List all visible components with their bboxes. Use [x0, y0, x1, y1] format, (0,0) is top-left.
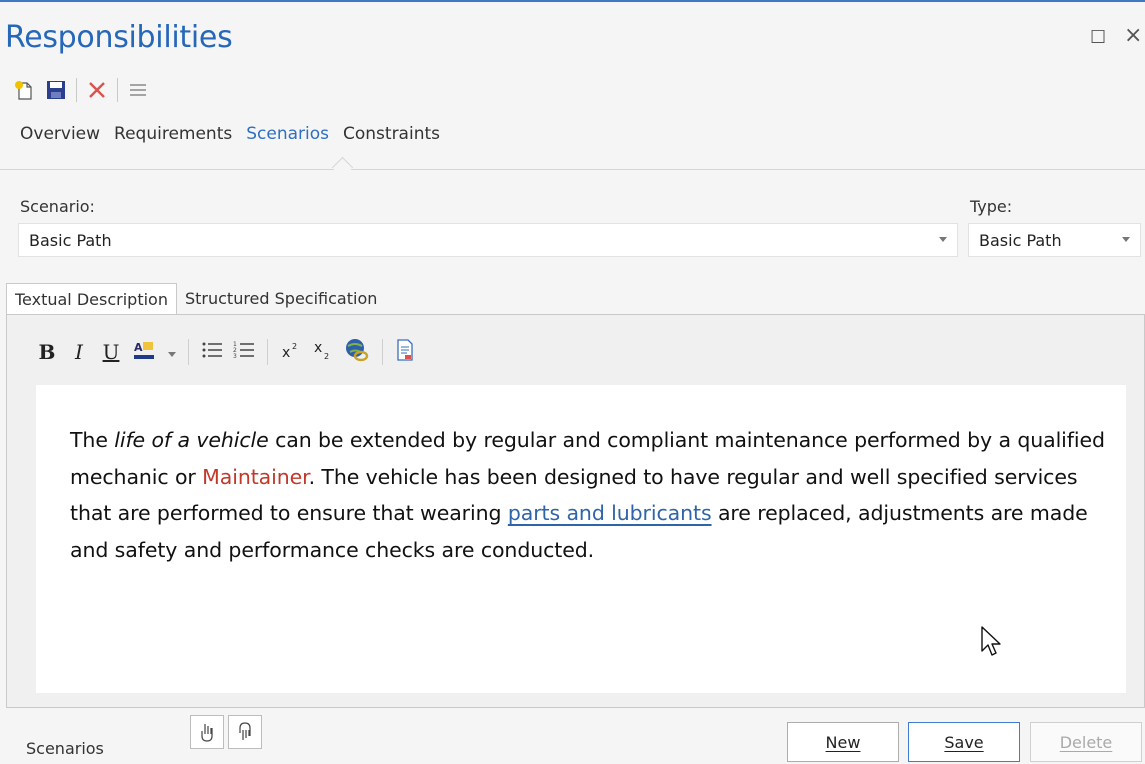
- nav-tabs: Overview Requirements Scenarios Constrai…: [20, 124, 440, 144]
- toolbar-separator: [117, 78, 118, 102]
- new-icon[interactable]: [12, 78, 36, 102]
- italic-term: life of a vehicle: [114, 428, 269, 452]
- save-icon[interactable]: [44, 78, 68, 102]
- toolbar: [12, 76, 150, 104]
- close-icon[interactable]: ×: [1124, 25, 1142, 47]
- tab-overview[interactable]: Overview: [20, 124, 100, 144]
- scenario-value: Basic Path: [29, 230, 112, 250]
- svg-text:2: 2: [324, 352, 329, 360]
- active-tab-indicator: [331, 156, 354, 179]
- text-color-icon[interactable]: A: [132, 339, 158, 365]
- format-separator: [188, 339, 189, 365]
- hand-down-icon: [239, 722, 251, 740]
- tab-textual-description[interactable]: Textual Description: [6, 283, 177, 315]
- save-button[interactable]: Save: [908, 722, 1020, 762]
- hyperlink-icon[interactable]: [344, 338, 370, 366]
- menu-icon[interactable]: [126, 78, 150, 102]
- bold-button[interactable]: B: [36, 340, 58, 364]
- chevron-down-icon[interactable]: [939, 237, 947, 242]
- numbered-list-icon[interactable]: 1 2 3: [233, 340, 255, 364]
- type-combo[interactable]: Basic Path: [968, 223, 1141, 257]
- document-icon[interactable]: [395, 338, 415, 366]
- toolbar-separator: [76, 78, 77, 102]
- scenario-combo[interactable]: Basic Path: [18, 223, 958, 257]
- format-separator: [382, 339, 383, 365]
- svg-text:A: A: [134, 341, 143, 354]
- chevron-down-icon[interactable]: [168, 343, 176, 362]
- subscript-icon[interactable]: x 2: [312, 340, 334, 364]
- description-tabs: Textual Description Structured Specifica…: [6, 283, 385, 315]
- type-value: Basic Path: [979, 230, 1062, 250]
- mouse-cursor-icon: [980, 625, 1002, 663]
- svg-text:2: 2: [292, 342, 297, 351]
- underline-button[interactable]: U: [100, 340, 122, 364]
- hyperlink-term[interactable]: parts and lubricants: [508, 501, 712, 525]
- svg-text:x: x: [282, 345, 290, 360]
- new-button[interactable]: New: [787, 722, 899, 762]
- tab-scenarios[interactable]: Scenarios: [246, 124, 329, 144]
- glossary-term[interactable]: Maintainer: [202, 465, 308, 489]
- format-separator: [267, 339, 268, 365]
- svg-text:x: x: [314, 340, 322, 356]
- description-editor[interactable]: The life of a vehicle can be extended by…: [36, 385, 1126, 693]
- move-up-button[interactable]: [190, 715, 224, 749]
- delete-icon[interactable]: [85, 78, 109, 102]
- delete-button: Delete: [1030, 722, 1142, 762]
- bullet-list-icon[interactable]: [201, 340, 223, 364]
- tab-divider: [0, 169, 1145, 170]
- italic-button[interactable]: I: [68, 340, 90, 364]
- window-title: Responsibilities: [5, 20, 233, 55]
- restore-icon[interactable]: ☐: [1090, 28, 1106, 48]
- svg-text:3: 3: [233, 353, 237, 360]
- hand-up-icon: [201, 724, 213, 742]
- window-top-border: [0, 0, 1145, 2]
- superscript-icon[interactable]: x 2: [280, 340, 302, 364]
- chevron-down-icon[interactable]: [1122, 237, 1130, 242]
- scenarios-label: Scenarios: [26, 739, 104, 758]
- tab-requirements[interactable]: Requirements: [114, 124, 232, 144]
- formatting-toolbar: B I U A 1 2 3 x 2 x 2: [36, 334, 415, 370]
- type-label: Type:: [970, 197, 1013, 216]
- scenario-label: Scenario:: [20, 197, 95, 216]
- description-text: The life of a vehicle can be extended by…: [70, 428, 1105, 562]
- tab-constraints[interactable]: Constraints: [343, 124, 440, 144]
- move-down-button[interactable]: [228, 715, 262, 749]
- tab-structured-specification[interactable]: Structured Specification: [177, 283, 385, 315]
